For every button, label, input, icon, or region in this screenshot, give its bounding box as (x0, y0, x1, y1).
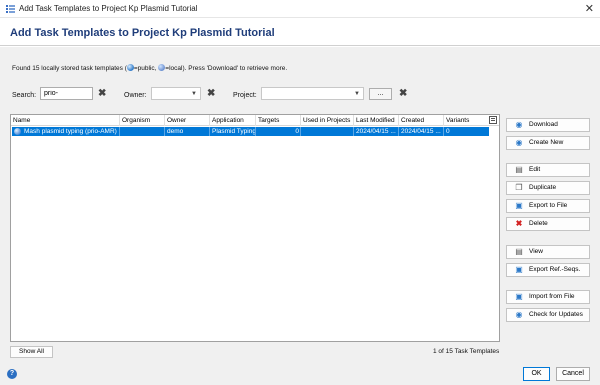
column-header-used-in-projects[interactable]: Used in Projects (303, 117, 350, 124)
templates-table[interactable]: Name Organism Owner Application Targets … (10, 114, 500, 342)
cell-name: Mash plasmid typing (prio-AMR) (24, 128, 117, 135)
view-button-label: View (529, 248, 543, 255)
export-to-file-button-label: Export to File (529, 202, 568, 209)
view-icon: ▤ (515, 247, 523, 256)
info-text-part3: =local). Press 'Download' to retrieve mo… (165, 65, 288, 72)
edit-button-label: Edit (529, 166, 541, 173)
column-header-name[interactable]: Name (13, 117, 30, 124)
window-title: Add Task Templates to Project Kp Plasmid… (19, 4, 198, 13)
table-header: Name Organism Owner Application Targets … (11, 115, 499, 126)
public-globe-icon (14, 128, 21, 135)
project-dropdown[interactable]: ▼ (261, 87, 364, 100)
export-file-icon: ▣ (515, 201, 523, 210)
cell-application: Plasmid Typing (212, 128, 256, 135)
owner-label: Owner: (124, 92, 147, 99)
export-to-file-button[interactable]: ▣ Export to File (506, 199, 590, 213)
ok-button[interactable]: OK (523, 367, 550, 381)
clear-search-icon[interactable]: ✖ (98, 89, 106, 99)
info-text-part2: =public, (133, 65, 157, 72)
cell-variants: 0 (446, 128, 450, 135)
project-label: Project: (233, 92, 257, 99)
delete-button[interactable]: ✖ Delete (506, 217, 590, 231)
clear-owner-icon[interactable]: ✖ (207, 89, 215, 99)
dialog-heading: Add Task Templates to Project Kp Plasmid… (10, 27, 275, 39)
create-new-icon: ◉ (515, 138, 523, 147)
column-header-created[interactable]: Created (401, 117, 424, 124)
duplicate-icon: ❐ (515, 183, 523, 192)
close-icon[interactable]: ✕ (585, 2, 594, 15)
delete-icon: ✖ (515, 219, 523, 228)
import-from-file-button-label: Import from File (529, 293, 575, 300)
column-header-last-modified[interactable]: Last Modified (356, 117, 395, 124)
owner-dropdown[interactable]: ▼ (151, 87, 201, 100)
column-chooser-icon[interactable] (489, 116, 497, 124)
column-header-owner[interactable]: Owner (167, 117, 186, 124)
edit-icon: ▤ (515, 165, 523, 174)
column-header-variants[interactable]: Variants (446, 117, 469, 124)
duplicate-button-label: Duplicate (529, 184, 557, 191)
help-icon[interactable]: ? (7, 369, 17, 379)
export-seqs-icon: ▣ (515, 265, 523, 274)
delete-button-label: Delete (529, 220, 548, 227)
download-button[interactable]: ◉ Download (506, 118, 590, 132)
column-header-organism[interactable]: Organism (122, 117, 150, 124)
import-from-file-button[interactable]: ▣ Import from File (506, 290, 590, 304)
dialog-body: Found 15 locally stored task templates (… (0, 47, 600, 385)
cell-last-modified: 2024/04/15 ... (356, 128, 396, 135)
view-button[interactable]: ▤ View (506, 245, 590, 259)
table-row[interactable]: Mash plasmid typing (prio-AMR) demo Plas… (12, 127, 489, 136)
dialog-header: Add Task Templates to Project Kp Plasmid… (0, 19, 600, 46)
template-count: 1 of 15 Task Templates (433, 348, 500, 355)
cell-created: 2024/04/15 ... (401, 128, 441, 135)
check-updates-icon: ◉ (515, 310, 523, 319)
chevron-down-icon: ▼ (191, 91, 197, 97)
create-new-button[interactable]: ◉ Create New (506, 136, 590, 150)
chevron-down-icon: ▼ (354, 91, 360, 97)
edit-button[interactable]: ▤ Edit (506, 163, 590, 177)
clear-project-icon[interactable]: ✖ (399, 89, 407, 99)
public-globe-icon (126, 64, 134, 71)
download-button-label: Download (529, 121, 558, 128)
show-all-button[interactable]: Show All (10, 346, 53, 358)
title-bar: Add Task Templates to Project Kp Plasmid… (0, 0, 600, 18)
create-new-button-label: Create New (529, 139, 564, 146)
column-header-application[interactable]: Application (212, 117, 244, 124)
browse-project-button[interactable]: ... (369, 88, 392, 100)
duplicate-button[interactable]: ❐ Duplicate (506, 181, 590, 195)
app-icon (6, 5, 15, 13)
info-text: Found 15 locally stored task templates (… (12, 64, 287, 72)
cell-owner: demo (167, 128, 184, 135)
import-file-icon: ▣ (515, 292, 523, 301)
check-for-updates-button-label: Check for Updates (529, 311, 583, 318)
check-for-updates-button[interactable]: ◉ Check for Updates (506, 308, 590, 322)
cell-targets: 0 (295, 128, 299, 135)
search-label: Search: (12, 92, 37, 99)
export-ref-seqs-button[interactable]: ▣ Export Ref.-Seqs. (506, 263, 590, 277)
export-ref-seqs-button-label: Export Ref.-Seqs. (529, 266, 581, 273)
search-input[interactable] (40, 87, 93, 100)
info-text-part1: Found 15 locally stored task templates ( (12, 65, 127, 72)
cancel-button[interactable]: Cancel (556, 367, 590, 381)
column-header-targets[interactable]: Targets (258, 117, 279, 124)
download-icon: ◉ (515, 120, 523, 129)
